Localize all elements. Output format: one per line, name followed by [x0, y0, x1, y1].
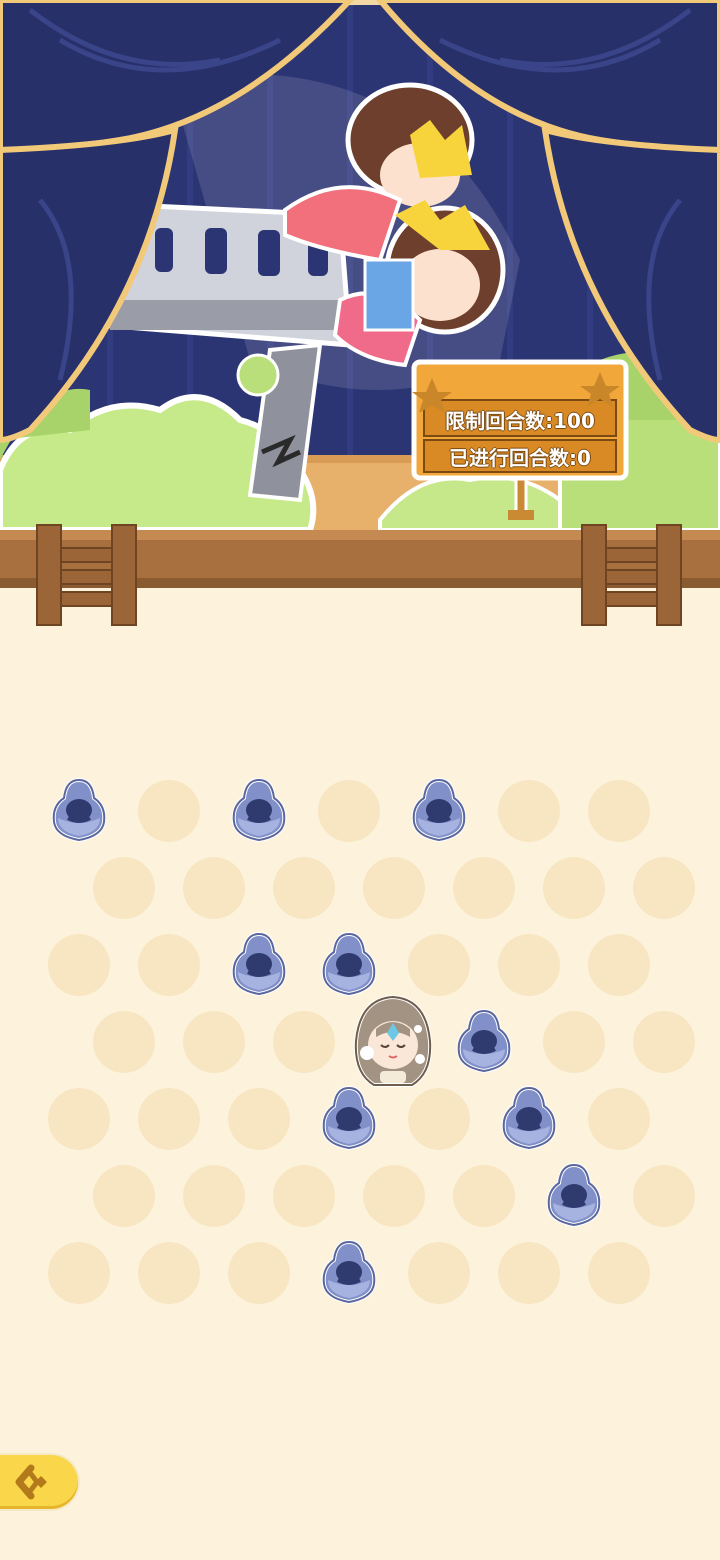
- board-cell[interactable]: [48, 1242, 110, 1304]
- hooded-blob-icon[interactable]: [228, 776, 290, 846]
- board-cell[interactable]: [228, 1242, 290, 1304]
- board-cell[interactable]: [498, 780, 560, 842]
- board-cell[interactable]: [138, 1088, 200, 1150]
- girl-character-icon: [353, 994, 433, 1087]
- board-cell[interactable]: [363, 1165, 425, 1227]
- board-cell[interactable]: [273, 857, 335, 919]
- board-cell[interactable]: [48, 934, 110, 996]
- board-cell[interactable]: [408, 1242, 470, 1304]
- board-cell[interactable]: [588, 934, 650, 996]
- board-cell[interactable]: [633, 1011, 695, 1073]
- board-cell[interactable]: [228, 1088, 290, 1150]
- hooded-blob-icon[interactable]: [498, 1084, 560, 1154]
- hooded-blob-icon[interactable]: [453, 1007, 515, 1077]
- board-cell[interactable]: [183, 1165, 245, 1227]
- board-cell[interactable]: [273, 1165, 335, 1227]
- board-cell[interactable]: [183, 857, 245, 919]
- hooded-blob-icon[interactable]: [228, 930, 290, 1000]
- round-limit-label: 限制回合数:100: [445, 409, 595, 433]
- board-cell[interactable]: [543, 1011, 605, 1073]
- board-cell[interactable]: [633, 857, 695, 919]
- back-arrow-icon: [15, 1464, 47, 1500]
- board-cell[interactable]: [543, 857, 605, 919]
- board-cell[interactable]: [138, 1242, 200, 1304]
- hooded-blob-icon[interactable]: [408, 776, 470, 846]
- board-cell[interactable]: [453, 857, 515, 919]
- board-cell[interactable]: [48, 1088, 110, 1150]
- hooded-blob-icon[interactable]: [318, 1238, 380, 1308]
- board-cell[interactable]: [138, 934, 200, 996]
- board-cell[interactable]: [498, 934, 560, 996]
- board-cell[interactable]: [363, 857, 425, 919]
- board-cell[interactable]: [633, 1165, 695, 1227]
- board-cell[interactable]: [498, 1242, 560, 1304]
- board-cell[interactable]: [588, 780, 650, 842]
- hooded-blob-icon[interactable]: [48, 776, 110, 846]
- player-character: [352, 993, 434, 1089]
- rounds-done-label: 已进行回合数:0: [449, 446, 591, 470]
- hooded-blob-icon[interactable]: [318, 1084, 380, 1154]
- board-cell[interactable]: [138, 780, 200, 842]
- board-cell[interactable]: [408, 934, 470, 996]
- hooded-blob-icon[interactable]: [318, 930, 380, 1000]
- board-cell[interactable]: [588, 1242, 650, 1304]
- stage-scene: [0, 0, 720, 626]
- board-cell[interactable]: [318, 780, 380, 842]
- board-cell[interactable]: [93, 1011, 155, 1073]
- board-cell[interactable]: [588, 1088, 650, 1150]
- board-cell[interactable]: [408, 1088, 470, 1150]
- board-cell[interactable]: [183, 1011, 245, 1073]
- back-button[interactable]: [0, 1455, 78, 1509]
- board-cell[interactable]: [273, 1011, 335, 1073]
- board-cell[interactable]: [93, 1165, 155, 1227]
- hooded-blob-icon[interactable]: [543, 1161, 605, 1231]
- board-cell[interactable]: [453, 1165, 515, 1227]
- board-cell[interactable]: [93, 857, 155, 919]
